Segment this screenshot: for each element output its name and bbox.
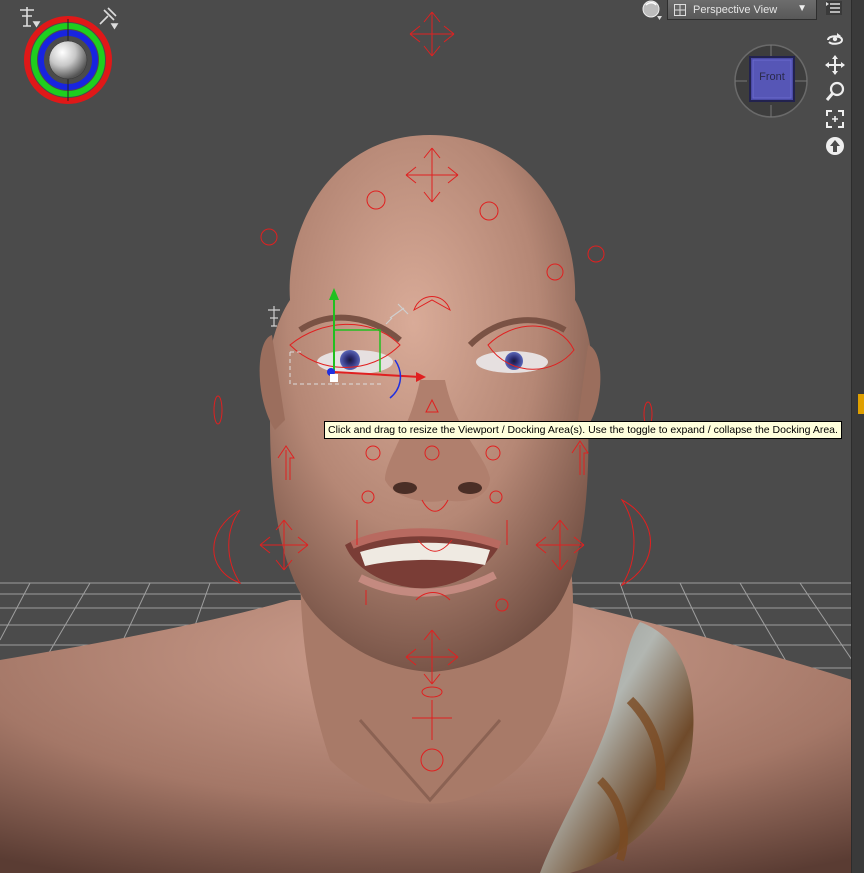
docking-area-splitter[interactable] — [851, 0, 864, 873]
dock-toggle-handle[interactable] — [858, 394, 864, 414]
zoom-icon[interactable] — [822, 78, 848, 105]
viewport-layout-icon — [674, 3, 686, 16]
viewport-3d[interactable]: Perspective View ▼ Front Click and drag … — [0, 0, 852, 873]
view-select-dropdown[interactable]: Perspective View ▼ — [667, 0, 817, 20]
frame-icon[interactable] — [822, 105, 848, 132]
move-cross — [409, 11, 455, 57]
sphere-shading-icon[interactable] — [640, 0, 664, 22]
resize-tooltip: Click and drag to resize the Viewport / … — [324, 421, 842, 439]
light-control-ring[interactable] — [24, 16, 112, 104]
options-menu-icon[interactable] — [826, 1, 842, 15]
view-cube[interactable] — [733, 43, 809, 119]
orbit-icon[interactable] — [822, 24, 848, 51]
view-select-label: Perspective View — [693, 3, 778, 16]
aim-icon[interactable] — [822, 132, 848, 159]
camera-nav-tools — [822, 24, 848, 159]
pan-icon[interactable] — [822, 51, 848, 78]
chevron-down-icon: ▼ — [797, 3, 807, 14]
